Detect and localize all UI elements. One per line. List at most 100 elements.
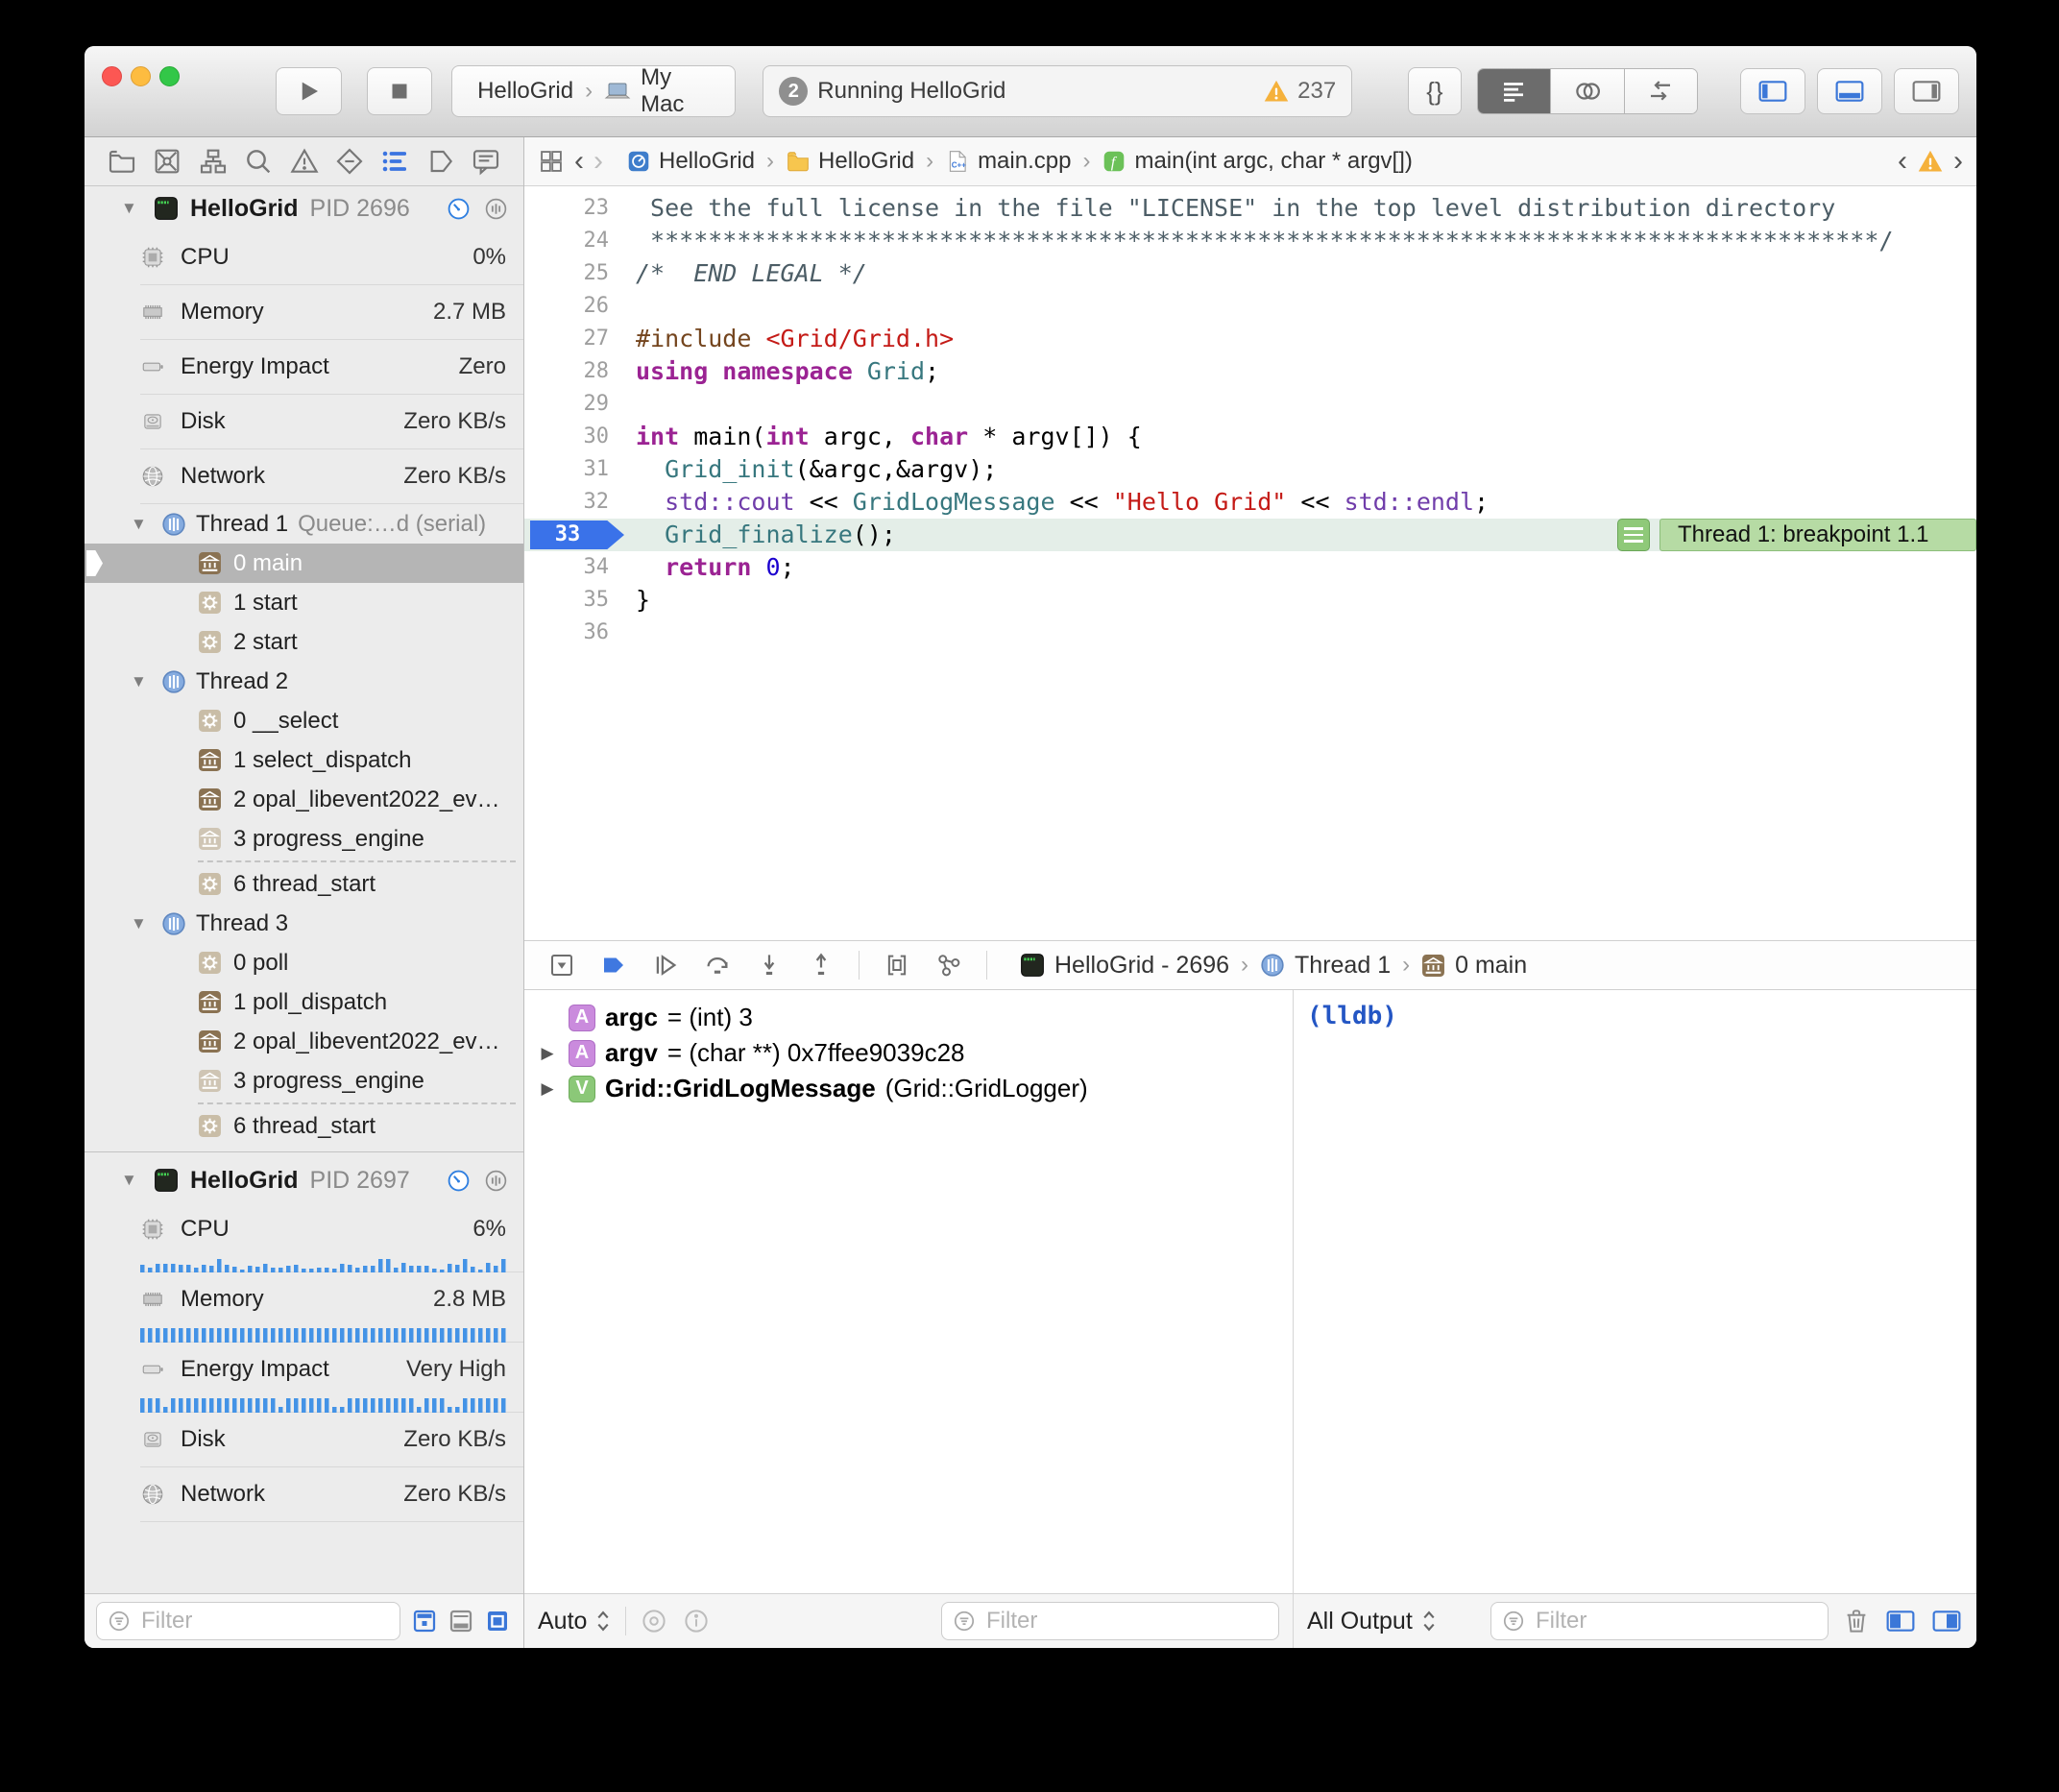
source-editor[interactable]: 23 See the full license in the file "LIC… — [524, 186, 1976, 940]
scheme-selector[interactable]: HelloGrid › My Mac — [451, 65, 736, 117]
variable-row[interactable]: ▶VGrid::GridLogMessage (Grid::GridLogger… — [524, 1071, 1293, 1106]
line-number-gutter[interactable]: 30 — [524, 421, 628, 453]
debug-crumb-frame[interactable]: 0 main — [1455, 952, 1527, 980]
line-number-gutter[interactable]: 23 — [524, 192, 628, 225]
line-number-gutter[interactable]: 28 — [524, 355, 628, 388]
breakpoint-annotation[interactable]: Thread 1: breakpoint 1.1 — [1617, 519, 1976, 551]
stack-frame-row[interactable]: 1 poll_dispatch — [85, 982, 523, 1022]
go-forward-button[interactable]: › — [593, 147, 603, 176]
variable-row[interactable]: Aargc = (int) 3 — [524, 1000, 1293, 1035]
breakpoint-log-icon[interactable] — [1617, 519, 1650, 551]
test-navigator-icon[interactable] — [331, 143, 368, 180]
run-button[interactable] — [276, 67, 342, 115]
inspector-panel-toggle[interactable] — [1894, 68, 1959, 114]
line-number-gutter[interactable]: 27 — [524, 323, 628, 355]
standard-editor-button[interactable] — [1478, 69, 1550, 113]
stack-frame-row[interactable]: 6 thread_start — [85, 1106, 523, 1146]
previous-issue-button[interactable]: ‹ — [1898, 147, 1907, 176]
warning-icon[interactable] — [1917, 148, 1944, 175]
quick-look-icon[interactable] — [640, 1607, 668, 1635]
source-control-navigator-icon[interactable] — [149, 143, 185, 180]
zoom-window-button[interactable] — [159, 66, 180, 86]
symbol-navigator-icon[interactable] — [195, 143, 231, 180]
project-navigator-icon[interactable] — [104, 143, 140, 180]
thread-row[interactable]: ▼Thread 3 — [85, 904, 523, 943]
stack-frame-row[interactable]: 0 __select — [85, 701, 523, 740]
debug-crumb-process[interactable]: HelloGrid - 2696 — [1054, 952, 1229, 980]
step-into-icon[interactable] — [755, 951, 784, 980]
breadcrumb-symbol[interactable]: f main(int argc, char * argv[]) — [1102, 148, 1412, 175]
gauge-row-memory[interactable]: Memory2.8 MB — [85, 1272, 523, 1326]
minimize-window-button[interactable] — [131, 66, 151, 86]
memory-graph-icon[interactable] — [934, 951, 963, 980]
print-description-icon[interactable] — [682, 1607, 711, 1635]
disclosure-triangle[interactable]: ▼ — [131, 672, 152, 691]
stack-frame-row[interactable]: 1 start — [85, 583, 523, 622]
gauge-row-network[interactable]: NetworkZero KB/s — [85, 1467, 523, 1521]
line-number-gutter[interactable]: 25 — [524, 257, 628, 290]
stack-frame-row[interactable]: 0 main — [85, 544, 523, 583]
line-number-gutter[interactable]: 31 — [524, 453, 628, 486]
gauge-row-energy-impact[interactable]: Energy ImpactZero — [85, 340, 523, 394]
line-number-gutter[interactable]: 29 — [524, 388, 628, 421]
console-scope-selector[interactable]: All Output — [1307, 1608, 1438, 1635]
related-items-icon[interactable] — [538, 148, 565, 175]
variables-filter-field[interactable] — [941, 1602, 1279, 1640]
go-back-button[interactable]: ‹ — [574, 147, 584, 176]
variable-row[interactable]: ▶Aargv = (char **) 0x7ffee9039c28 — [524, 1035, 1293, 1071]
filter-view-button[interactable] — [447, 1607, 475, 1635]
thread-row[interactable]: ▼Thread 1Queue:…d (serial) — [85, 504, 523, 544]
gauge-row-disk[interactable]: DiskZero KB/s — [85, 395, 523, 448]
console-filter-input[interactable] — [1534, 1607, 1818, 1635]
histogram-button-icon[interactable] — [484, 197, 508, 221]
code-structure-button[interactable]: {} — [1408, 67, 1461, 115]
stack-frame-row[interactable]: 0 poll — [85, 943, 523, 982]
console-filter-field[interactable] — [1490, 1602, 1829, 1640]
disclosure-triangle[interactable]: ▶ — [536, 1044, 559, 1063]
breadcrumb-project[interactable]: HelloGrid — [626, 148, 755, 175]
gauge-row-cpu[interactable]: CPU6% — [85, 1202, 523, 1256]
step-over-icon[interactable] — [703, 951, 732, 980]
line-number-gutter[interactable]: 33 — [524, 519, 628, 551]
console-pane-toggle[interactable] — [1930, 1607, 1963, 1635]
thread-row[interactable]: ▼Thread 2 — [85, 662, 523, 701]
variables-scope-selector[interactable]: Auto — [538, 1608, 612, 1635]
breadcrumb-group[interactable]: HelloGrid — [786, 148, 914, 175]
line-number-gutter[interactable]: 35 — [524, 584, 628, 617]
line-number-gutter[interactable]: 36 — [524, 617, 628, 649]
debug-panel-toggle[interactable] — [1817, 68, 1882, 114]
gauge-button-icon[interactable] — [447, 197, 471, 221]
process-row[interactable]: ▼HelloGridPID 2696 — [85, 186, 523, 230]
variables-filter-input[interactable] — [984, 1607, 1269, 1635]
report-navigator-icon[interactable] — [468, 143, 504, 180]
stack-frame-row[interactable]: 2 opal_libevent2022_ev… — [85, 1022, 523, 1061]
close-window-button[interactable] — [102, 66, 122, 86]
disclosure-triangle[interactable]: ▼ — [131, 515, 152, 534]
breakpoint-navigator-icon[interactable] — [423, 143, 459, 180]
sidebar-filter-input[interactable] — [139, 1607, 390, 1635]
filter-interesting-button[interactable] — [410, 1607, 439, 1635]
stop-button[interactable] — [367, 67, 433, 115]
line-number-gutter[interactable]: 34 — [524, 551, 628, 584]
gauge-row-memory[interactable]: Memory2.7 MB — [85, 285, 523, 339]
stack-frame-row[interactable]: 6 thread_start — [85, 864, 523, 904]
line-number-gutter[interactable]: 24 — [524, 225, 628, 257]
gauge-row-disk[interactable]: DiskZero KB/s — [85, 1413, 523, 1466]
process-row[interactable]: ▼HelloGridPID 2697 — [85, 1158, 523, 1202]
warning-counter[interactable]: 237 — [1263, 78, 1336, 105]
stack-frame-row[interactable]: 1 select_dispatch — [85, 740, 523, 780]
view-debugger-icon[interactable] — [883, 951, 911, 980]
next-issue-button[interactable]: › — [1953, 147, 1963, 176]
disclosure-triangle[interactable]: ▼ — [121, 199, 142, 218]
clear-console-icon[interactable] — [1842, 1607, 1871, 1635]
histogram-button-icon[interactable] — [484, 1169, 508, 1193]
disclosure-triangle[interactable]: ▶ — [536, 1079, 559, 1099]
breadcrumb-file[interactable]: C++ main.cpp — [945, 148, 1071, 175]
debug-crumb-thread[interactable]: Thread 1 — [1295, 952, 1391, 980]
filter-stack-button[interactable] — [483, 1607, 512, 1635]
gauge-row-network[interactable]: NetworkZero KB/s — [85, 449, 523, 503]
disclosure-triangle[interactable]: ▼ — [131, 914, 152, 933]
stack-frame-row[interactable]: 2 opal_libevent2022_ev… — [85, 780, 523, 819]
sidebar-filter-field[interactable] — [96, 1602, 400, 1640]
gauge-row-energy-impact[interactable]: Energy ImpactVery High — [85, 1343, 523, 1396]
